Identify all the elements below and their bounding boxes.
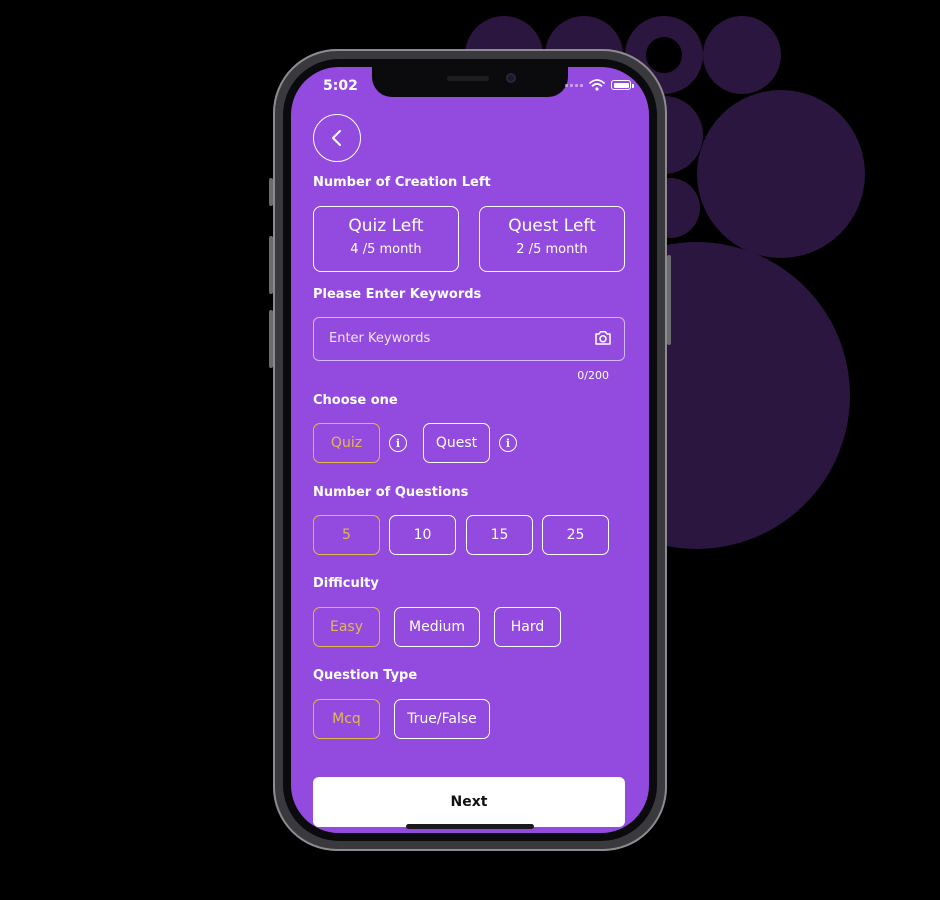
status-time: 5:02 <box>323 78 358 94</box>
status-icons <box>565 79 634 91</box>
quest-left-card: Quest Left 2 /5 month <box>479 206 625 272</box>
signal-icon <box>565 83 583 87</box>
questions-count-label: Number of Questions <box>313 485 469 500</box>
speaker <box>447 76 489 81</box>
notch <box>372 67 568 97</box>
type-truefalse-chip[interactable]: True/False <box>394 699 490 739</box>
battery-icon <box>611 80 634 90</box>
type-mcq-chip[interactable]: Mcq <box>313 699 380 739</box>
keywords-input[interactable]: Enter Keywords <box>313 317 625 361</box>
home-indicator <box>406 824 534 829</box>
quest-left-title: Quest Left <box>508 216 596 236</box>
choose-quest-chip[interactable]: Quest <box>423 423 490 463</box>
decorative-circle <box>703 16 781 94</box>
questions-option-15[interactable]: 15 <box>466 515 533 555</box>
quiz-left-card: Quiz Left 4 /5 month <box>313 206 459 272</box>
phone-side-button <box>667 255 671 345</box>
question-type-label: Question Type <box>313 668 418 683</box>
creation-left-label: Number of Creation Left <box>313 175 491 190</box>
quest-left-count: 2 /5 month <box>516 242 588 257</box>
wifi-icon <box>589 79 605 91</box>
next-button[interactable]: Next <box>313 777 625 827</box>
questions-option-25[interactable]: 25 <box>542 515 609 555</box>
difficulty-hard-chip[interactable]: Hard <box>494 607 561 647</box>
back-button[interactable] <box>313 114 361 162</box>
difficulty-medium-chip[interactable]: Medium <box>394 607 480 647</box>
front-camera <box>506 73 516 83</box>
decorative-circle <box>697 90 865 258</box>
choose-quiz-chip[interactable]: Quiz <box>313 423 380 463</box>
difficulty-label: Difficulty <box>313 576 379 591</box>
quiz-left-count: 4 /5 month <box>350 242 422 257</box>
difficulty-easy-chip[interactable]: Easy <box>313 607 380 647</box>
camera-icon[interactable] <box>594 330 612 346</box>
keywords-counter: 0/200 <box>577 369 609 382</box>
quiz-left-title: Quiz Left <box>348 216 424 236</box>
choose-one-label: Choose one <box>313 393 398 408</box>
keywords-placeholder: Enter Keywords <box>329 331 431 346</box>
quiz-info-icon[interactable]: i <box>389 434 407 452</box>
questions-option-5[interactable]: 5 <box>313 515 380 555</box>
keywords-label: Please Enter Keywords <box>313 287 482 302</box>
phone-screen: 5:02 Number of Creation Left Quiz Left 4… <box>291 67 649 833</box>
questions-option-10[interactable]: 10 <box>389 515 456 555</box>
quest-info-icon[interactable]: i <box>499 434 517 452</box>
chevron-left-icon <box>332 130 341 146</box>
